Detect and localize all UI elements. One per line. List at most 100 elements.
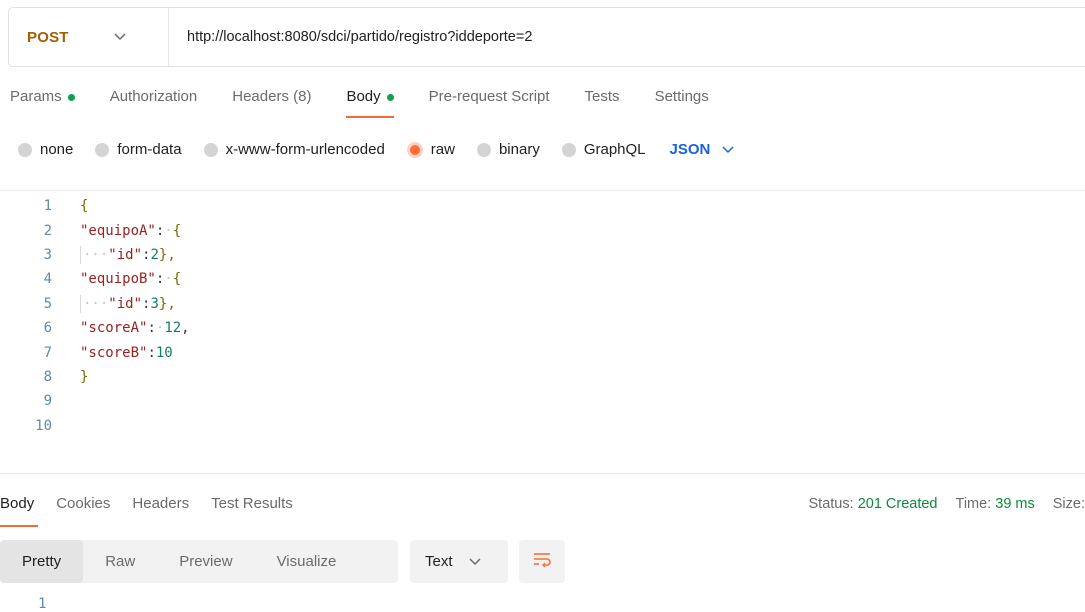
line-number: 3 <box>43 246 52 263</box>
radio-icon <box>18 142 32 157</box>
tab-label: Settings <box>654 88 709 105</box>
code-line: 4 "equipoB":·{ <box>0 267 1085 291</box>
tab-pre-request-script[interactable]: Pre-request Script <box>429 88 550 118</box>
divider <box>0 190 1085 191</box>
time-label: Time: <box>955 496 992 512</box>
code-token: 10 <box>155 344 173 361</box>
code-token: "id" <box>108 246 143 263</box>
request-tabs: Params Authorization Headers (8) Body Pr… <box>10 88 744 124</box>
tab-label: Pre-request Script <box>428 88 550 105</box>
status-value[interactable]: 201 Created <box>858 496 938 512</box>
radio-graphql[interactable]: GraphQL <box>561 141 646 158</box>
code-token: 2 <box>150 246 159 263</box>
code-editor[interactable]: 1 { 2 "equipoA":·{ 3 ···"id":2}, 4 "equi… <box>0 194 1085 438</box>
code-line: 2 "equipoA":·{ <box>0 218 1085 242</box>
tab-body[interactable]: Body <box>346 88 394 118</box>
radio-none[interactable]: none <box>18 141 73 158</box>
line-number: 6 <box>43 320 52 337</box>
code-token: 12 <box>164 320 182 337</box>
code-token: "scoreA" <box>80 320 148 337</box>
code-token: }, <box>158 246 176 263</box>
tab-authorization[interactable]: Authorization <box>110 88 198 118</box>
tab-tests[interactable]: Tests <box>585 88 620 118</box>
code-token: { <box>172 271 182 288</box>
status-label: Status: <box>808 496 854 512</box>
format-select[interactable]: JSON <box>670 141 735 158</box>
code-token: , <box>181 320 190 337</box>
chevron-down-icon <box>722 141 734 158</box>
code-token: 3 <box>150 295 159 312</box>
tab-params[interactable]: Params <box>10 88 75 118</box>
view-raw[interactable]: Raw <box>83 540 157 583</box>
line-number: 8 <box>43 368 52 385</box>
response-line-number: 1 <box>38 596 47 612</box>
response-format-select[interactable]: Text <box>410 540 508 583</box>
radio-urlencoded[interactable]: x-www-form-urlencoded <box>203 141 385 158</box>
format-label: JSON <box>669 141 711 158</box>
line-number: 2 <box>43 222 52 239</box>
tab-label: Params <box>10 88 62 105</box>
code-token: "equipoB" <box>80 271 156 288</box>
size-label: Size: <box>1052 496 1085 512</box>
code-token: { <box>80 198 89 215</box>
method-label: POST <box>27 28 69 46</box>
line-number: 7 <box>43 344 52 361</box>
divider <box>0 473 1085 474</box>
radio-icon <box>203 142 218 157</box>
body-type-options: none form-data x-www-form-urlencoded raw… <box>18 141 734 158</box>
status-dot <box>386 94 394 101</box>
response-tabs: Body Cookies Headers Test Results <box>0 495 315 527</box>
wrap-lines-icon <box>532 551 552 572</box>
tab-label: Headers (8) <box>232 88 312 105</box>
radio-form-data[interactable]: form-data <box>95 141 182 158</box>
code-token: : <box>147 344 156 361</box>
code-line: 7 "scoreB":10 <box>0 340 1085 364</box>
line-number: 5 <box>43 295 52 312</box>
chevron-down-icon <box>468 553 481 570</box>
code-line: 10 <box>0 414 1085 438</box>
view-mode-segment: Pretty Raw Preview Visualize <box>0 540 398 583</box>
view-preview[interactable]: Preview <box>157 540 254 583</box>
chevron-down-icon <box>113 30 127 44</box>
code-token: { <box>172 222 182 239</box>
radio-icon <box>476 142 491 157</box>
request-url-bar: POST http://localhost:8080/sdci/partido/… <box>8 7 1085 67</box>
code-token: }, <box>158 295 176 312</box>
line-number: 1 <box>43 198 52 215</box>
response-tab-body[interactable]: Body <box>0 495 39 527</box>
response-tab-cookies[interactable]: Cookies <box>56 495 110 527</box>
view-visualize[interactable]: Visualize <box>255 540 359 583</box>
radio-binary[interactable]: binary <box>476 141 540 158</box>
line-number: 4 <box>43 271 52 288</box>
time-value[interactable]: 39 ms <box>995 496 1035 512</box>
radio-label: binary <box>498 141 540 158</box>
radio-label: GraphQL <box>583 141 646 158</box>
code-line: 9 <box>0 389 1085 413</box>
radio-label: form-data <box>117 141 182 158</box>
tab-label: Body <box>346 88 381 105</box>
line-number: 9 <box>43 393 52 410</box>
tab-settings[interactable]: Settings <box>655 88 709 118</box>
code-token: "equipoA" <box>80 222 156 239</box>
code-token: "scoreB" <box>80 344 148 361</box>
radio-raw[interactable]: raw <box>406 141 455 158</box>
status-dot <box>67 94 75 101</box>
wrap-lines-button[interactable] <box>519 540 565 583</box>
code-line: 6 "scoreA":·12, <box>0 316 1085 340</box>
response-tab-test-results[interactable]: Test Results <box>211 495 293 527</box>
radio-label: x-www-form-urlencoded <box>225 141 385 158</box>
line-number: 10 <box>35 417 52 434</box>
radio-label: raw <box>430 141 455 158</box>
code-line: 3 ···"id":2}, <box>0 243 1085 267</box>
tab-headers[interactable]: Headers (8) <box>232 88 311 118</box>
radio-label: none <box>40 141 74 158</box>
code-line: 5 ···"id":3}, <box>0 292 1085 316</box>
tab-label: Authorization <box>109 88 198 105</box>
radio-icon <box>95 142 110 157</box>
method-select[interactable]: POST <box>9 8 169 66</box>
response-tab-headers[interactable]: Headers <box>132 495 189 527</box>
url-input[interactable]: http://localhost:8080/sdci/partido/regis… <box>187 29 532 45</box>
code-line: 1 { <box>0 194 1085 218</box>
code-token: : <box>147 320 156 337</box>
view-pretty[interactable]: Pretty <box>0 540 84 583</box>
